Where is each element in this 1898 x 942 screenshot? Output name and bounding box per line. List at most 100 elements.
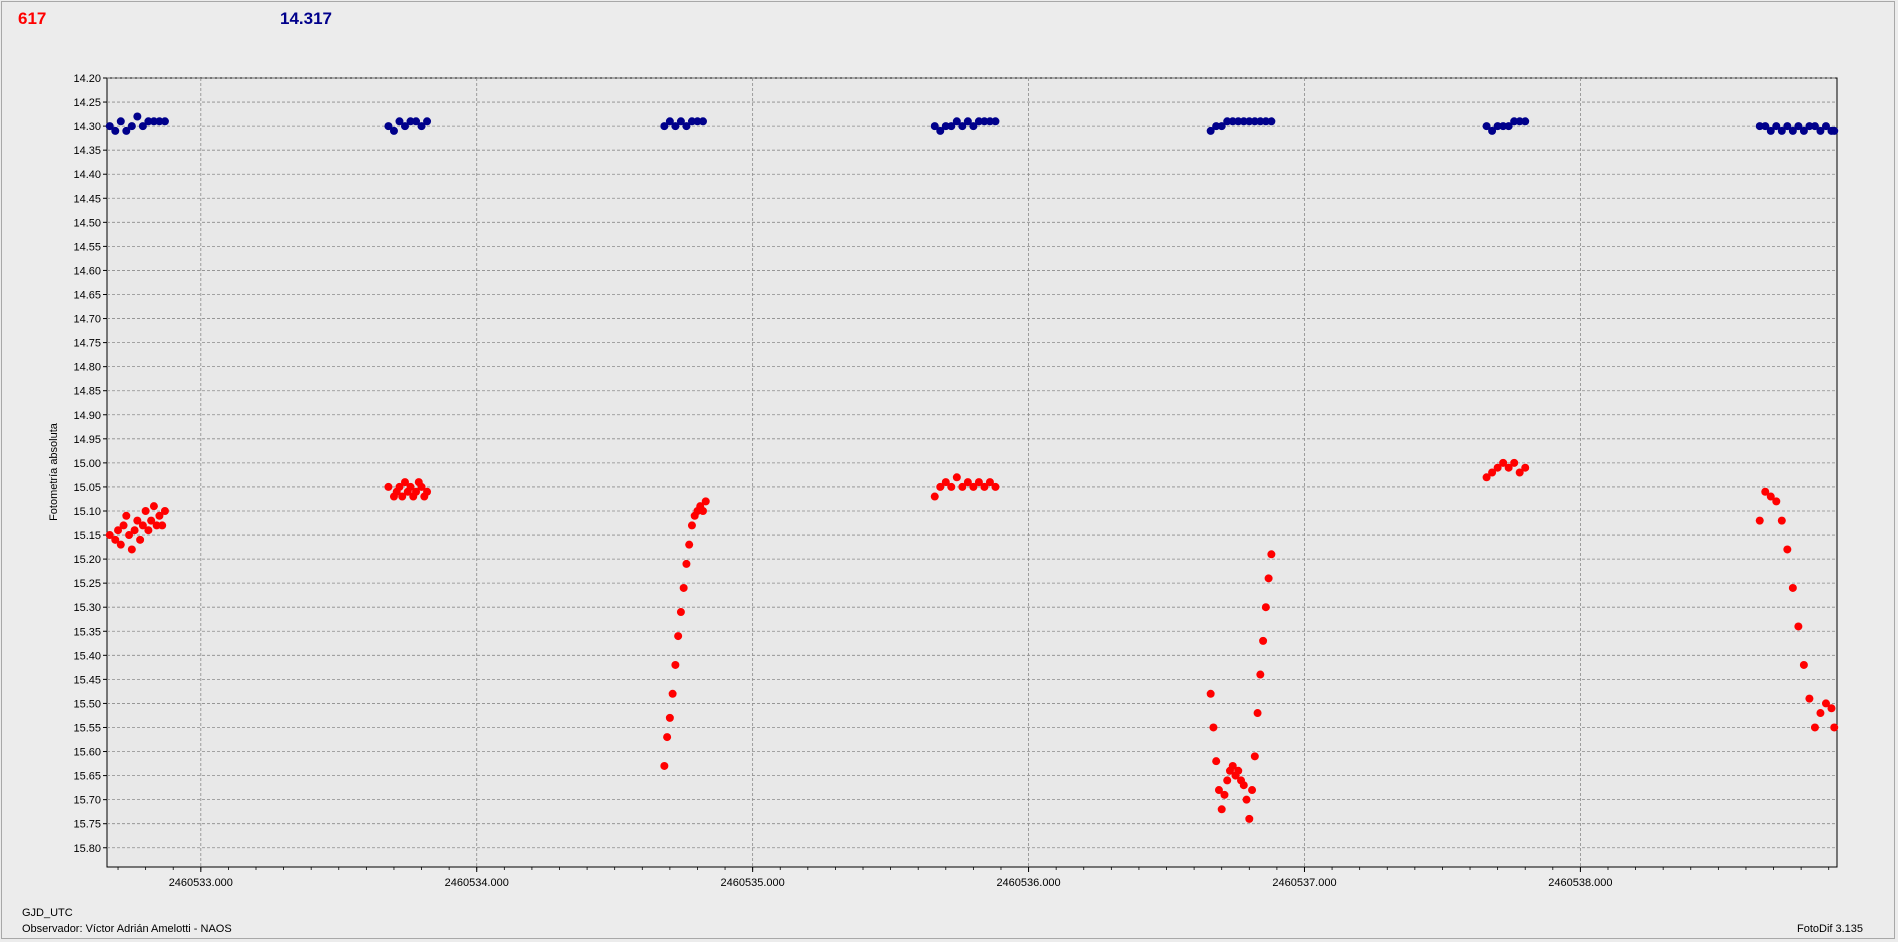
observer-credit: Observador: Víctor Adrián Amelotti - NAO… bbox=[22, 923, 232, 935]
y-tick-label: 14.75 bbox=[73, 338, 101, 350]
data-point bbox=[1264, 574, 1273, 583]
data-point bbox=[1755, 516, 1764, 525]
data-point bbox=[1242, 795, 1251, 804]
y-tick-label: 15.35 bbox=[73, 626, 101, 638]
y-tick-label: 14.65 bbox=[73, 289, 101, 301]
y-axis-ticks: 14.20 14.25 14.30 14.35 14.40 14.45 14.50 14.55… bbox=[73, 73, 107, 855]
data-point bbox=[158, 521, 167, 530]
data-point bbox=[1783, 545, 1792, 554]
x-tick-label: 2460538.000 bbox=[1548, 877, 1612, 889]
data-point bbox=[687, 521, 696, 530]
data-point bbox=[991, 482, 1000, 491]
data-point bbox=[116, 540, 125, 549]
y-tick-label: 14.60 bbox=[73, 265, 101, 277]
data-point bbox=[660, 761, 669, 770]
data-point bbox=[1810, 723, 1819, 732]
x-tick-label: 2460533.000 bbox=[169, 877, 233, 889]
data-point bbox=[1217, 805, 1226, 814]
plot-area bbox=[106, 77, 1838, 868]
y-tick-label: 14.35 bbox=[73, 145, 101, 157]
data-point bbox=[160, 506, 169, 515]
software-version: FotoDif 3.135 bbox=[1797, 923, 1864, 935]
x-tick-label: 2460534.000 bbox=[445, 877, 509, 889]
y-tick-label: 14.95 bbox=[73, 434, 101, 446]
data-point bbox=[930, 492, 939, 501]
data-point bbox=[1259, 636, 1268, 645]
x-tick-label: 2460536.000 bbox=[996, 877, 1060, 889]
y-tick-label: 15.30 bbox=[73, 602, 101, 614]
data-point bbox=[679, 583, 688, 592]
data-point bbox=[389, 126, 398, 135]
y-tick-label: 15.65 bbox=[73, 771, 101, 783]
data-point bbox=[122, 511, 131, 520]
data-point bbox=[1794, 622, 1803, 631]
y-tick-label: 15.45 bbox=[73, 674, 101, 686]
data-point bbox=[685, 540, 694, 549]
data-point bbox=[698, 506, 707, 515]
data-point bbox=[698, 117, 707, 126]
data-point bbox=[952, 473, 961, 482]
data-point bbox=[1799, 660, 1808, 669]
y-tick-label: 15.25 bbox=[73, 578, 101, 590]
data-point bbox=[665, 713, 674, 722]
data-point bbox=[991, 117, 1000, 126]
y-tick-label: 15.60 bbox=[73, 747, 101, 759]
data-point bbox=[111, 126, 120, 135]
data-point bbox=[1234, 766, 1243, 775]
y-tick-label: 14.50 bbox=[73, 217, 101, 229]
y-tick-label: 14.55 bbox=[73, 241, 101, 253]
data-point bbox=[676, 608, 685, 617]
y-tick-label: 15.05 bbox=[73, 482, 101, 494]
data-point bbox=[1267, 117, 1276, 126]
data-point bbox=[663, 733, 672, 742]
y-tick-label: 14.80 bbox=[73, 362, 101, 374]
data-point bbox=[1239, 781, 1248, 790]
data-point bbox=[1788, 583, 1797, 592]
data-point bbox=[1256, 670, 1265, 679]
y-tick-label: 15.70 bbox=[73, 795, 101, 807]
y-tick-label: 15.75 bbox=[73, 819, 101, 831]
data-point bbox=[1510, 458, 1519, 467]
data-point bbox=[1521, 463, 1530, 472]
y-tick-label: 15.10 bbox=[73, 506, 101, 518]
y-axis-label: Fotometría absoluta bbox=[48, 422, 60, 521]
y-tick-label: 14.30 bbox=[73, 121, 101, 133]
data-point bbox=[130, 526, 139, 535]
x-tick-label: 2460537.000 bbox=[1272, 877, 1336, 889]
data-point bbox=[1816, 709, 1825, 718]
x-tick-label: 2460535.000 bbox=[721, 877, 785, 889]
data-point bbox=[1220, 790, 1229, 799]
y-tick-label: 15.40 bbox=[73, 650, 101, 662]
y-tick-label: 15.20 bbox=[73, 554, 101, 566]
data-point bbox=[1521, 117, 1530, 126]
y-tick-label: 15.15 bbox=[73, 530, 101, 542]
data-point bbox=[1267, 550, 1276, 559]
data-point bbox=[1206, 689, 1215, 698]
data-point bbox=[1209, 723, 1218, 732]
data-point bbox=[1248, 786, 1257, 795]
data-point bbox=[947, 482, 956, 491]
data-point bbox=[160, 117, 169, 126]
y-tick-label: 14.70 bbox=[73, 314, 101, 326]
y-tick-label: 14.25 bbox=[73, 97, 101, 109]
data-point bbox=[1805, 694, 1814, 703]
y-tick-label: 15.50 bbox=[73, 698, 101, 710]
data-point bbox=[671, 660, 680, 669]
data-point bbox=[384, 482, 393, 491]
data-point bbox=[1772, 497, 1781, 506]
data-point bbox=[1212, 757, 1221, 766]
data-point bbox=[1827, 704, 1836, 713]
data-point bbox=[682, 559, 691, 568]
y-tick-label: 14.90 bbox=[73, 410, 101, 422]
data-point bbox=[127, 545, 136, 554]
data-point bbox=[141, 506, 150, 515]
data-point bbox=[1261, 603, 1270, 612]
x-axis-name: GJD_UTC bbox=[22, 907, 73, 919]
data-point bbox=[674, 632, 683, 641]
data-point bbox=[423, 117, 432, 126]
data-point bbox=[133, 112, 142, 121]
y-tick-label: 14.40 bbox=[73, 169, 101, 181]
y-tick-label: 15.55 bbox=[73, 722, 101, 734]
x-axis-ticks: 2460533.000 2460534.000 2460535.000 2460536… bbox=[117, 867, 1830, 889]
y-tick-label: 15.00 bbox=[73, 458, 101, 470]
